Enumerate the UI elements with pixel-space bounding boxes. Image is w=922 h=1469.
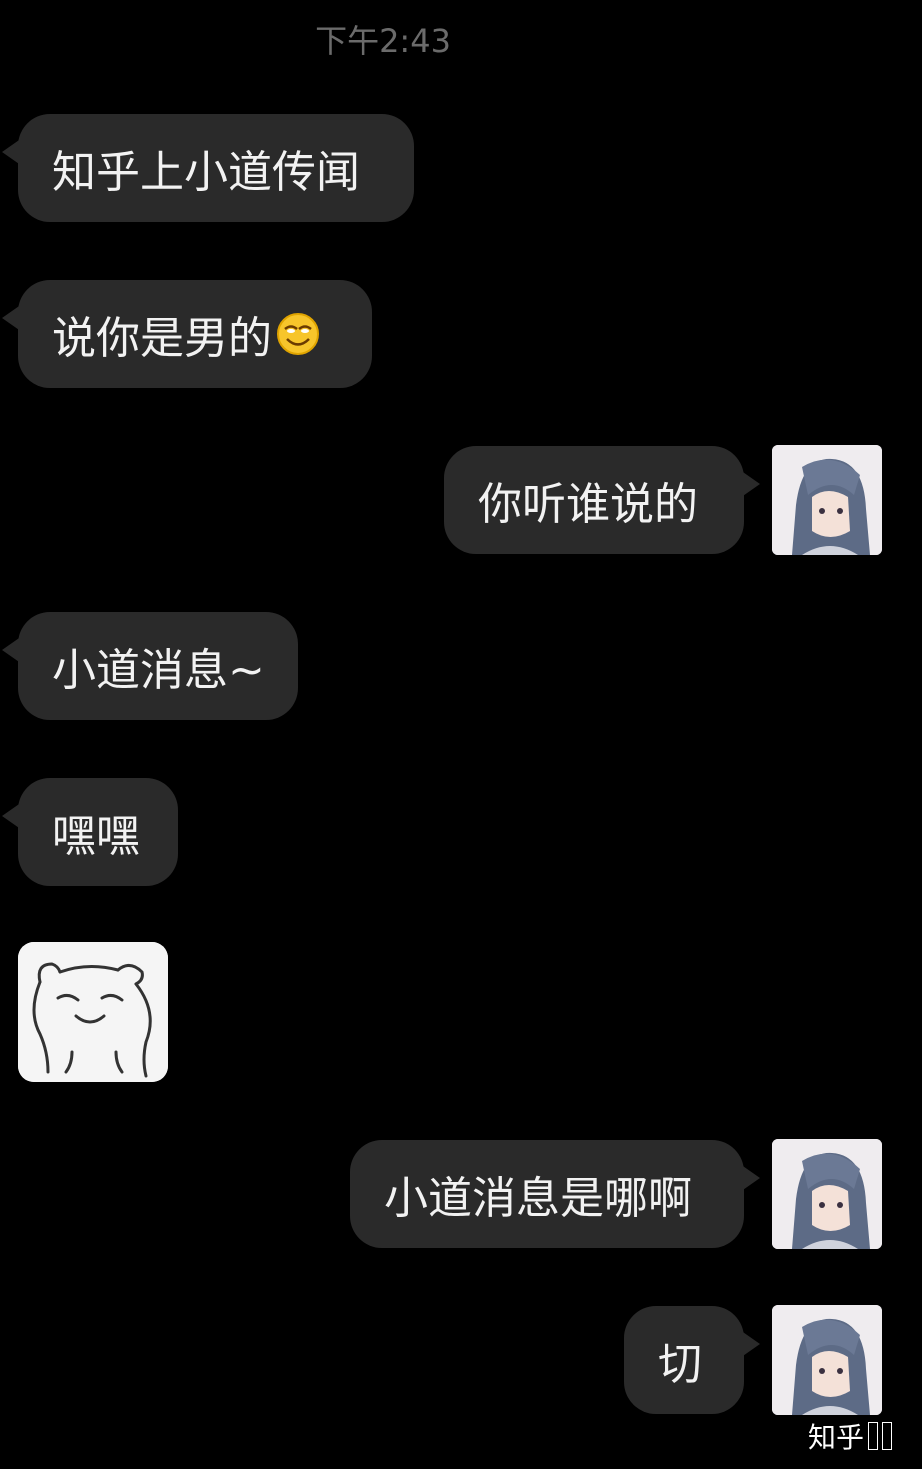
message-text: 小道消息是哪啊 — [384, 1173, 692, 1224]
incoming-message-bubble[interactable]: 嘿嘿 — [2, 778, 178, 886]
message-text: 说你是男的 — [52, 313, 272, 364]
anime-girl-avatar[interactable] — [772, 1305, 882, 1415]
incoming-message-bubble[interactable]: 小道消息~ — [2, 612, 298, 720]
incoming-message-bubble[interactable]: 说你是男的 — [2, 280, 372, 388]
smug-bear-sticker[interactable] — [18, 942, 168, 1082]
message-text: 你听谁说的 — [478, 479, 698, 530]
avatar-image — [772, 1305, 882, 1415]
message-timestamp: 下午2:43 — [315, 22, 451, 60]
avatar-image — [772, 1139, 882, 1249]
message-text: 知乎上小道传闻 — [52, 147, 360, 198]
watermark-glyph-icon — [868, 1422, 879, 1450]
sticker-image — [18, 942, 168, 1082]
zhihu-watermark: 知乎 — [808, 1416, 893, 1456]
anime-girl-avatar[interactable] — [772, 1139, 882, 1249]
watermark-text: 知乎 — [808, 1421, 865, 1454]
watermark-glyph-icon — [882, 1422, 893, 1450]
incoming-message-bubble[interactable]: 知乎上小道传闻 — [2, 114, 414, 222]
message-text: 切 — [658, 1339, 702, 1390]
outgoing-message-bubble[interactable]: 小道消息是哪啊 — [350, 1140, 760, 1248]
grinning-squint-emoji — [277, 313, 319, 355]
avatar-image — [772, 445, 882, 555]
anime-girl-avatar[interactable] — [772, 445, 882, 555]
outgoing-message-bubble[interactable]: 你听谁说的 — [444, 446, 760, 554]
outgoing-message-bubble[interactable]: 切 — [624, 1306, 760, 1414]
message-text: 嘿嘿 — [52, 811, 140, 862]
message-text: 小道消息~ — [52, 645, 265, 696]
